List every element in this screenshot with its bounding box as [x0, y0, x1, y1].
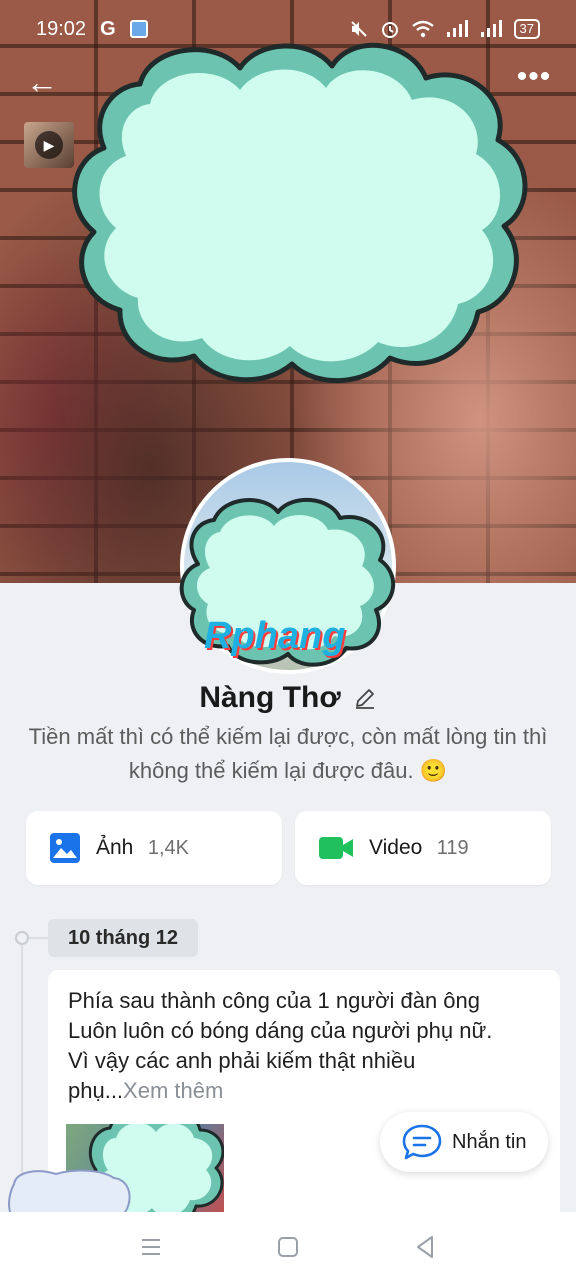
edit-pencil-icon[interactable]	[353, 686, 377, 710]
photos-count: 1,4K	[147, 837, 189, 859]
videos-count: 119	[436, 837, 469, 859]
timeline-dot	[15, 931, 29, 945]
post-line-last: phụ...Xem thêm	[68, 1076, 538, 1106]
recent-apps-icon[interactable]	[136, 1232, 166, 1262]
post-text: Phía sau thành công của 1 người đàn ông …	[68, 986, 538, 1106]
chat-icon	[402, 1124, 442, 1160]
photo-icon	[50, 833, 80, 863]
videos-label: Video	[369, 836, 423, 859]
post-line-prefix: phụ...	[68, 1078, 124, 1103]
video-icon	[319, 837, 353, 859]
message-label: Nhắn tin	[452, 1130, 527, 1153]
photos-label: Ảnh	[96, 836, 134, 859]
photos-card[interactable]: Ảnh 1,4K	[26, 811, 282, 885]
profile-name: Nàng Thơ	[199, 681, 341, 714]
message-button[interactable]: Nhắn tin	[380, 1112, 548, 1172]
home-icon[interactable]	[273, 1232, 303, 1262]
post-line: Phía sau thành công của 1 người đàn ông	[68, 988, 481, 1013]
profile-bio: Tiền mất thì có thể kiếm lại được, còn m…	[28, 724, 548, 783]
profile-name-row: Nàng Thơ	[0, 678, 576, 718]
cloud-sticker	[72, 42, 528, 384]
timeline-date: 10 tháng 12	[48, 919, 199, 957]
see-more-link[interactable]: Xem thêm	[123, 1078, 223, 1103]
timeline-connector	[29, 937, 49, 939]
post-line: Vì vậy các anh phải kiếm thật nhiều	[68, 1048, 416, 1073]
back-nav-icon[interactable]	[410, 1232, 440, 1262]
videos-card[interactable]: Video 119	[295, 811, 551, 885]
avatar-watermark: Rphang	[204, 615, 346, 657]
system-navigation-bar	[0, 1212, 576, 1280]
post-line: Luôn luôn có bóng dáng của người phụ nữ.	[68, 1018, 493, 1043]
